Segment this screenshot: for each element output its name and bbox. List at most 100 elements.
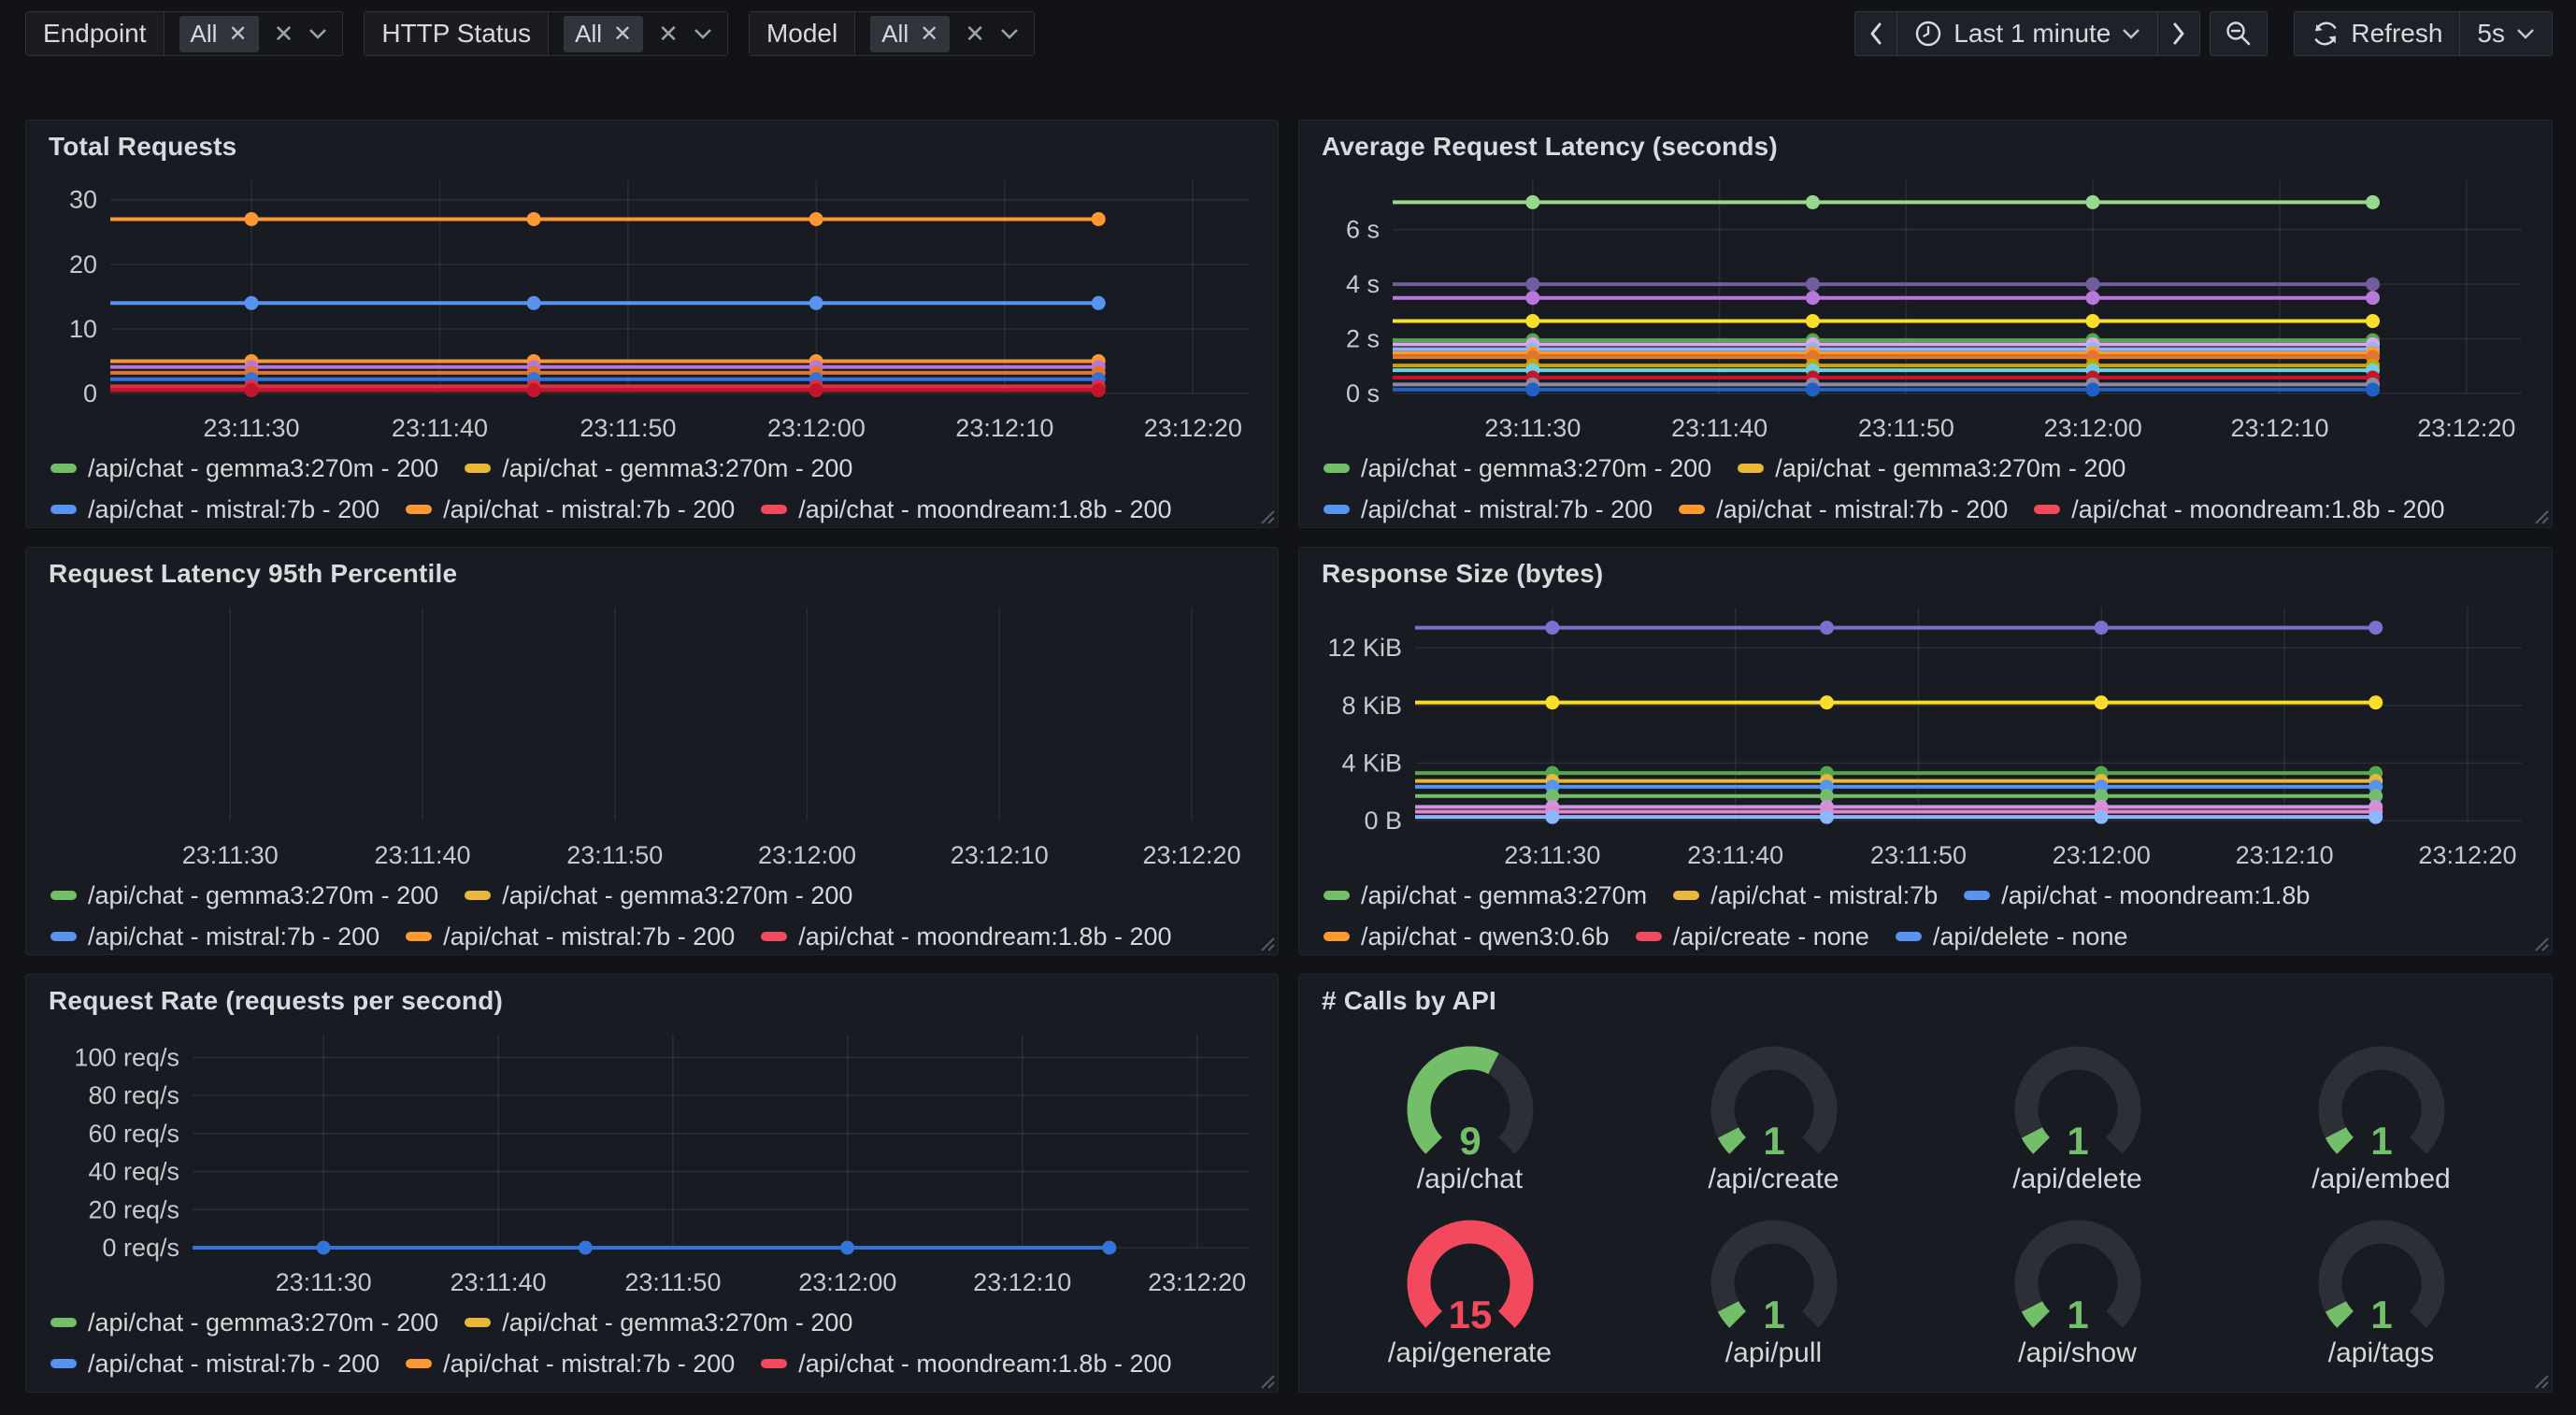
panel-title[interactable]: Request Rate (requests per second) [49, 986, 1259, 1016]
legend-item[interactable]: /api/chat - mistral:7b - 200 [406, 495, 735, 524]
legend-item[interactable]: /api/chat - gemma3:270m - 200 [50, 454, 438, 483]
x-axis-tick-label: 23:12:20 [1148, 1268, 1246, 1296]
filter-model-value[interactable]: All✕ ✕ [855, 12, 1034, 55]
legend-item-label: /api/chat - gemma3:270m - 200 [88, 881, 438, 910]
legend-row: /api/chat - gemma3:270m - 200/api/chat -… [1324, 448, 2533, 489]
legend-item[interactable]: /api/chat - qwen3:0.6b [1324, 922, 1610, 951]
panel-title[interactable]: Response Size (bytes) [1322, 559, 2533, 589]
x-axis-tick-label: 23:11:40 [392, 414, 488, 442]
panel-resize-handle[interactable] [1258, 935, 1275, 951]
legend-row: /api/chat - mistral:7b - 200/api/chat - … [1324, 489, 2533, 530]
legend-row: /api/chat - gemma3:270m - 200/api/chat -… [50, 1302, 1259, 1343]
filter-model-chip[interactable]: All✕ [870, 16, 950, 52]
gauge-apipull: 1 /api/pull [1622, 1203, 1925, 1377]
refresh-interval-button[interactable]: 5s [2460, 12, 2552, 55]
gauge-label: /api/create [1708, 1164, 1839, 1195]
gauge-arc: 15 [1377, 1210, 1564, 1339]
legend-item[interactable]: /api/chat - mistral:7b - 200 [406, 922, 735, 951]
gauge-arc: 1 [2288, 1210, 2475, 1339]
time-range-picker-button[interactable]: Last 1 minute [1897, 12, 2158, 55]
legend-item-label: /api/chat - mistral:7b - 200 [88, 495, 379, 524]
data-point [1092, 212, 1106, 226]
legend-item[interactable]: /api/chat - mistral:7b [1673, 881, 1938, 910]
data-point [2366, 314, 2380, 328]
close-icon[interactable]: ✕ [920, 21, 938, 48]
clear-icon[interactable]: ✕ [658, 20, 679, 49]
close-icon[interactable]: ✕ [228, 21, 247, 48]
legend-item-label: /api/chat - mistral:7b - 200 [1361, 495, 1653, 524]
data-point [2368, 695, 2383, 709]
legend-item[interactable]: /api/chat - mistral:7b - 200 [1679, 495, 2008, 524]
time-shift-back-button[interactable] [1855, 12, 1897, 55]
panel-resize-handle[interactable] [2532, 1372, 2549, 1389]
refresh-interval-value: 5s [2477, 19, 2505, 49]
data-point [1525, 382, 1539, 396]
legend-item[interactable]: /api/chat - mistral:7b - 200 [406, 1350, 735, 1379]
legend-item[interactable]: /api/create - none [1636, 922, 1869, 951]
legend-item[interactable]: /api/chat - gemma3:270m - 200 [1738, 454, 2125, 483]
panel-title[interactable]: Total Requests [49, 132, 1259, 162]
legend-item[interactable]: /api/chat - gemma3:270m - 200 [465, 881, 852, 910]
legend-item[interactable]: /api/chat - gemma3:270m - 200 [465, 454, 852, 483]
legend-color-chip [1679, 505, 1705, 514]
panel-title[interactable]: Request Latency 95th Percentile [49, 559, 1259, 589]
legend-item[interactable]: /api/chat - gemma3:270m - 200 [1324, 454, 1711, 483]
chevron-down-icon [2122, 28, 2140, 39]
panel-resize-handle[interactable] [2532, 507, 2549, 524]
legend-item[interactable]: /api/chat - gemma3:270m - 200 [465, 1308, 852, 1337]
x-axis-tick-label: 23:11:30 [1484, 414, 1581, 442]
chevron-down-icon[interactable] [694, 28, 712, 39]
request-rate-chart[interactable]: 0 req/s20 req/s40 req/s60 req/s80 req/s1… [45, 1022, 1255, 1300]
panel-resize-handle[interactable] [1258, 1372, 1275, 1389]
legend-color-chip [761, 932, 787, 941]
legend-item[interactable]: /api/chat - moondream:1.8b - 200 [761, 1350, 1171, 1379]
refresh-button[interactable]: Refresh [2295, 12, 2460, 55]
legend-item[interactable]: /api/chat - mistral:7b - 200 [50, 1350, 379, 1379]
legend-item[interactable]: /api/chat - gemma3:270m [1324, 881, 1647, 910]
legend-item[interactable]: /api/chat - gemma3:270m - 200 [50, 1308, 438, 1337]
total-requests-chart[interactable]: 010203023:11:3023:11:4023:11:5023:12:002… [45, 167, 1255, 446]
close-icon[interactable]: ✕ [613, 21, 632, 48]
chevron-down-icon[interactable] [308, 28, 327, 39]
legend-color-chip [761, 1359, 787, 1368]
legend-item[interactable]: /api/chat - moondream:1.8b [1964, 881, 2310, 910]
data-point [2085, 382, 2099, 396]
panel-response-size: Response Size (bytes) 0 B4 KiB8 KiB12 Ki… [1298, 547, 2553, 955]
clear-icon[interactable]: ✕ [965, 20, 985, 49]
panel-title[interactable]: # Calls by API [1322, 986, 2533, 1016]
average-latency-chart[interactable]: 0 s2 s4 s6 s23:11:3023:11:4023:11:5023:1… [1318, 167, 2528, 446]
legend-item[interactable]: /api/chat - mistral:7b - 200 [50, 495, 379, 524]
time-shift-forward-button[interactable] [2158, 12, 2199, 55]
filter-model-label: Model [750, 12, 855, 55]
panel-resize-handle[interactable] [2532, 935, 2549, 951]
legend-item-label: /api/chat - mistral:7b - 200 [443, 922, 735, 951]
x-axis-tick-label: 23:11:40 [374, 841, 470, 869]
legend-item[interactable]: /api/chat - moondream:1.8b - 200 [2034, 495, 2444, 524]
legend-item[interactable]: /api/delete - none [1896, 922, 2128, 951]
legend-item[interactable]: /api/chat - moondream:1.8b - 200 [761, 922, 1171, 951]
p95-latency-chart[interactable]: 23:11:3023:11:4023:11:5023:12:0023:12:10… [45, 594, 1255, 873]
panel-title[interactable]: Average Request Latency (seconds) [1322, 132, 2533, 162]
gauge-arc: 1 [1681, 1210, 1868, 1339]
legend-item[interactable]: /api/chat - mistral:7b - 200 [50, 922, 379, 951]
filter-endpoint-value[interactable]: All✕ ✕ [165, 12, 343, 55]
zoom-out-button[interactable] [2211, 12, 2267, 55]
x-axis-tick-label: 23:12:10 [951, 841, 1049, 869]
filter-endpoint-chip[interactable]: All✕ [179, 16, 259, 52]
x-axis-tick-label: 23:12:20 [2417, 414, 2515, 442]
legend-item[interactable]: /api/chat - gemma3:270m - 200 [50, 881, 438, 910]
legend-item[interactable]: /api/chat - moondream:1.8b - 200 [761, 495, 1171, 524]
panel-resize-handle[interactable] [1258, 507, 1275, 524]
chevron-down-icon[interactable] [1000, 28, 1019, 39]
response-size-chart[interactable]: 0 B4 KiB8 KiB12 KiB23:11:3023:11:4023:11… [1318, 594, 2528, 873]
x-axis-tick-label: 23:11:50 [1870, 841, 1967, 869]
filter-http-status-value[interactable]: All✕ ✕ [549, 12, 727, 55]
legend-item[interactable]: /api/chat - mistral:7b - 200 [1324, 495, 1653, 524]
filter-endpoint: Endpoint All✕ ✕ [25, 11, 343, 56]
clear-icon[interactable]: ✕ [274, 20, 294, 49]
x-axis-tick-label: 23:11:40 [450, 1268, 546, 1296]
legend-color-chip [50, 1359, 77, 1368]
y-axis-tick-label: 4 KiB [1341, 749, 1402, 777]
legend-item-label: /api/chat - moondream:1.8b - 200 [798, 922, 1171, 951]
filter-http-status-chip[interactable]: All✕ [564, 16, 643, 52]
